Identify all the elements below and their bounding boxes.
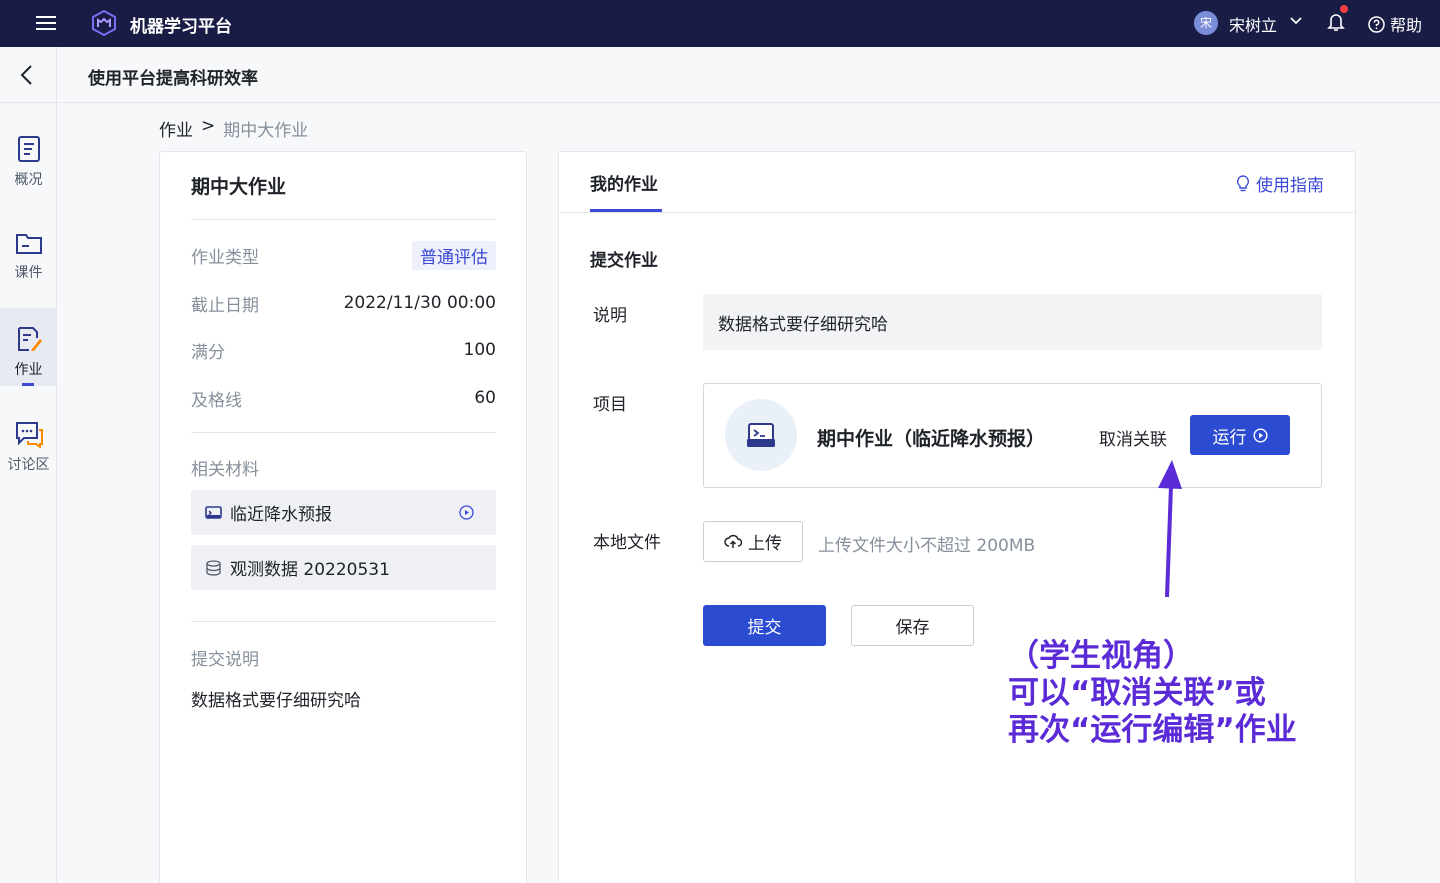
save-button[interactable]: 保存	[851, 605, 974, 646]
cloud-upload-icon	[724, 534, 742, 548]
tab-underline	[590, 209, 662, 212]
sub-header: 使用平台提高科研效率	[0, 47, 1440, 103]
full-score-value: 100	[463, 340, 496, 360]
project-icon	[205, 506, 222, 519]
play-circle-icon	[1252, 427, 1268, 443]
full-score-label: 满分	[191, 342, 225, 363]
discussion-chat-icon	[15, 422, 43, 449]
linked-project-card: 期中作业（临近降水预报） 取消关联 运行	[703, 383, 1322, 488]
divider	[191, 432, 496, 433]
annotation-arrow	[1158, 460, 1182, 598]
local-file-label: 本地文件	[593, 533, 661, 553]
info-row-deadline: 截止日期 2022/11/30 00:00	[191, 290, 496, 316]
annotation-line: 再次“运行编辑”作业	[1008, 712, 1297, 748]
assignment-title: 期中大作业	[191, 176, 287, 198]
material-name: 观测数据 20220531	[230, 560, 390, 580]
type-badge: 普通评估	[412, 240, 496, 270]
help-label: 帮助	[1390, 16, 1423, 35]
tab-bar: 我的作业 使用指南	[559, 152, 1355, 213]
run-label: 运行	[1212, 427, 1247, 448]
nav-label-discussion: 讨论区	[7, 457, 50, 473]
help-circle-icon	[1368, 15, 1385, 33]
divider	[191, 621, 496, 622]
upload-label: 上传	[748, 534, 782, 554]
nav-item-overview[interactable]: 概况	[0, 118, 57, 196]
project-avatar	[725, 399, 797, 471]
overview-icon	[17, 136, 40, 162]
pass-line-label: 及格线	[191, 390, 242, 411]
nav-label-homework: 作业	[14, 362, 43, 378]
run-button[interactable]: 运行	[1190, 415, 1290, 455]
back-button[interactable]	[0, 47, 57, 103]
courseware-folder-icon	[15, 234, 42, 254]
chevron-left-icon	[20, 65, 32, 85]
material-item-dataset[interactable]: 观测数据 20220531	[191, 545, 496, 590]
divider	[191, 219, 496, 220]
desc-label: 说明	[593, 306, 627, 326]
deadline-value: 2022/11/30 00:00	[343, 293, 496, 313]
user-name[interactable]: 宋树立	[1229, 12, 1277, 36]
homework-edit-icon	[17, 327, 42, 351]
nav-item-discussion[interactable]: 讨论区	[0, 403, 57, 481]
submit-button[interactable]: 提交	[703, 605, 826, 646]
database-icon	[206, 559, 221, 576]
info-row-pass-line: 及格线 60	[191, 385, 496, 411]
course-title: 使用平台提高科研效率	[88, 69, 258, 89]
lightbulb-icon	[1236, 175, 1250, 192]
unlink-button[interactable]: 取消关联	[1099, 425, 1167, 450]
side-nav: 概况 课件 作业 讨论区	[0, 103, 57, 883]
annotation-line: 可以“取消关联”或	[1008, 675, 1266, 711]
notification-dot	[1340, 5, 1348, 13]
desc-field[interactable]: 数据格式要仔细研究哈	[703, 294, 1322, 350]
bell-icon[interactable]	[1327, 12, 1345, 32]
info-row-full-score: 满分 100	[191, 337, 496, 363]
nav-label-overview: 概况	[14, 172, 43, 188]
logo-icon	[92, 9, 116, 37]
breadcrumb-root[interactable]: 作业	[159, 116, 193, 141]
annotation-note: （学生视角） 可以“取消关联”或 再次“运行编辑”作业	[1008, 638, 1297, 749]
active-indicator	[22, 383, 34, 386]
avatar[interactable]: 宋	[1194, 11, 1218, 35]
assignment-info-card: 期中大作业 作业类型 普通评估 截止日期 2022/11/30 00:00 满分…	[159, 151, 527, 883]
materials-label: 相关材料	[191, 460, 259, 480]
nav-item-courseware[interactable]: 课件	[0, 213, 57, 291]
submit-desc-label: 提交说明	[191, 650, 259, 670]
deadline-label: 截止日期	[191, 295, 259, 316]
menu-icon[interactable]	[34, 12, 58, 34]
terminal-folder-icon	[747, 423, 775, 447]
tab-my-work[interactable]: 我的作业	[590, 170, 658, 195]
project-label: 项目	[593, 395, 627, 415]
guide-link[interactable]: 使用指南	[1236, 171, 1324, 196]
upload-button[interactable]: 上传	[703, 521, 803, 562]
submit-desc-text: 数据格式要仔细研究哈	[191, 691, 361, 711]
nav-label-courseware: 课件	[14, 265, 43, 281]
my-work-card: 我的作业 使用指南 提交作业 说明 数据格式要仔细研究哈 项目 期中作业（临近降…	[558, 151, 1356, 883]
breadcrumb: 作业 > 期中大作业	[159, 116, 308, 141]
app-title: 机器学习平台	[130, 17, 232, 37]
help-button[interactable]: 帮助	[1368, 12, 1422, 36]
material-name: 临近降水预报	[230, 505, 332, 525]
nav-item-homework[interactable]: 作业	[0, 308, 57, 386]
info-row-type: 作业类型 普通评估	[191, 240, 496, 270]
top-bar: 机器学习平台 宋 宋树立 帮助	[0, 0, 1440, 47]
chevron-down-icon[interactable]	[1289, 14, 1303, 28]
project-name: 期中作业（临近降水预报）	[817, 428, 1046, 450]
type-label: 作业类型	[191, 247, 259, 268]
pass-line-value: 60	[474, 388, 496, 408]
upload-hint: 上传文件大小不超过 200MB	[818, 536, 1036, 556]
play-circle-icon[interactable]	[459, 505, 474, 520]
annotation-line: （学生视角）	[1008, 638, 1194, 674]
breadcrumb-separator: >	[201, 116, 216, 136]
breadcrumb-current: 期中大作业	[223, 121, 309, 141]
guide-label: 使用指南	[1256, 176, 1324, 196]
material-item-project[interactable]: 临近降水预报	[191, 490, 496, 535]
form-heading: 提交作业	[590, 251, 658, 271]
